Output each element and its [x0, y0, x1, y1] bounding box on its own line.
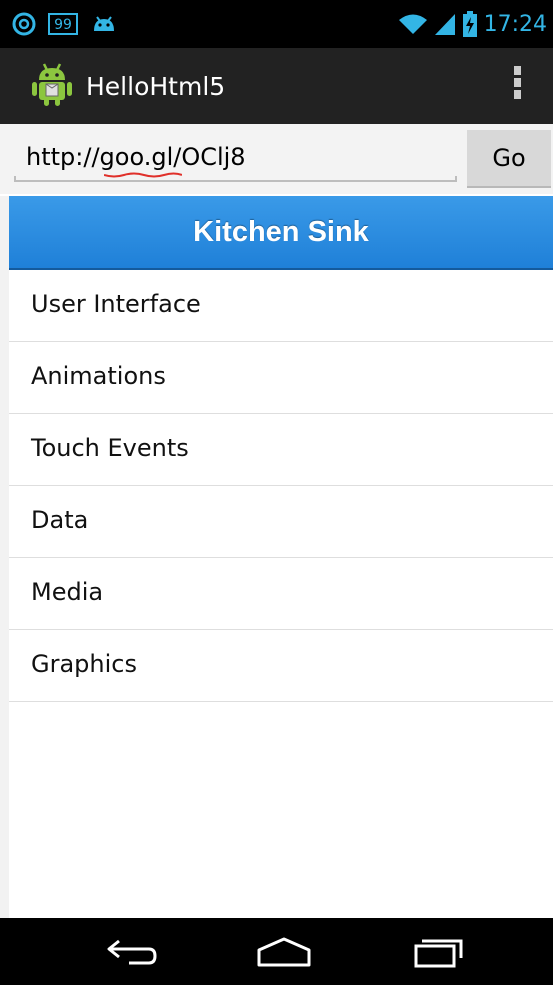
home-button[interactable]	[229, 918, 339, 985]
list-item-label: Data	[31, 506, 89, 534]
back-icon	[107, 939, 157, 964]
badge-99-icon: 99	[48, 13, 78, 35]
action-bar	[0, 48, 553, 124]
list-item-label: Animations	[31, 362, 166, 390]
battery-charging-icon	[462, 11, 477, 37]
navigation-bar	[0, 918, 553, 985]
app-title: HelloHtml5	[86, 72, 226, 101]
back-button[interactable]	[76, 918, 186, 985]
list-item-label: Graphics	[31, 650, 137, 678]
url-bar: Go	[0, 124, 553, 194]
recent-apps-button[interactable]	[384, 918, 494, 985]
menu-list: User Interface Animations Touch Events D…	[9, 270, 553, 702]
home-icon	[257, 937, 311, 966]
android-notification-icon	[94, 16, 114, 31]
status-system-icons: 17:24	[398, 10, 547, 38]
wifi-icon	[398, 14, 427, 34]
list-item-animations[interactable]: Animations	[9, 342, 553, 414]
list-item-label: Media	[31, 578, 104, 606]
list-item-data[interactable]: Data	[9, 486, 553, 558]
page-title: Kitchen Sink	[193, 215, 369, 248]
go-button[interactable]: Go	[467, 130, 551, 188]
android-app-icon	[32, 63, 72, 106]
list-item-label: Touch Events	[31, 434, 189, 462]
spellcheck-underline	[104, 172, 182, 178]
left-edge	[0, 196, 9, 918]
list-item-touch-events[interactable]: Touch Events	[9, 414, 553, 486]
page-header: Kitchen Sink	[9, 196, 553, 270]
status-bar: 99 17:24	[0, 0, 553, 48]
signal-icon	[434, 14, 455, 35]
recent-apps-icon	[414, 939, 463, 967]
status-notifications: 99	[12, 10, 118, 38]
list-item-graphics[interactable]: Graphics	[9, 630, 553, 702]
notification-o-icon	[12, 12, 36, 36]
list-item-media[interactable]: Media	[9, 558, 553, 630]
list-item-user-interface[interactable]: User Interface	[9, 270, 553, 342]
status-time: 17:24	[483, 11, 547, 37]
svg-text:99: 99	[54, 17, 72, 33]
url-input[interactable]	[16, 132, 466, 182]
url-input-underline	[14, 176, 457, 182]
overflow-menu-icon[interactable]	[509, 66, 525, 106]
list-item-label: User Interface	[31, 290, 201, 318]
